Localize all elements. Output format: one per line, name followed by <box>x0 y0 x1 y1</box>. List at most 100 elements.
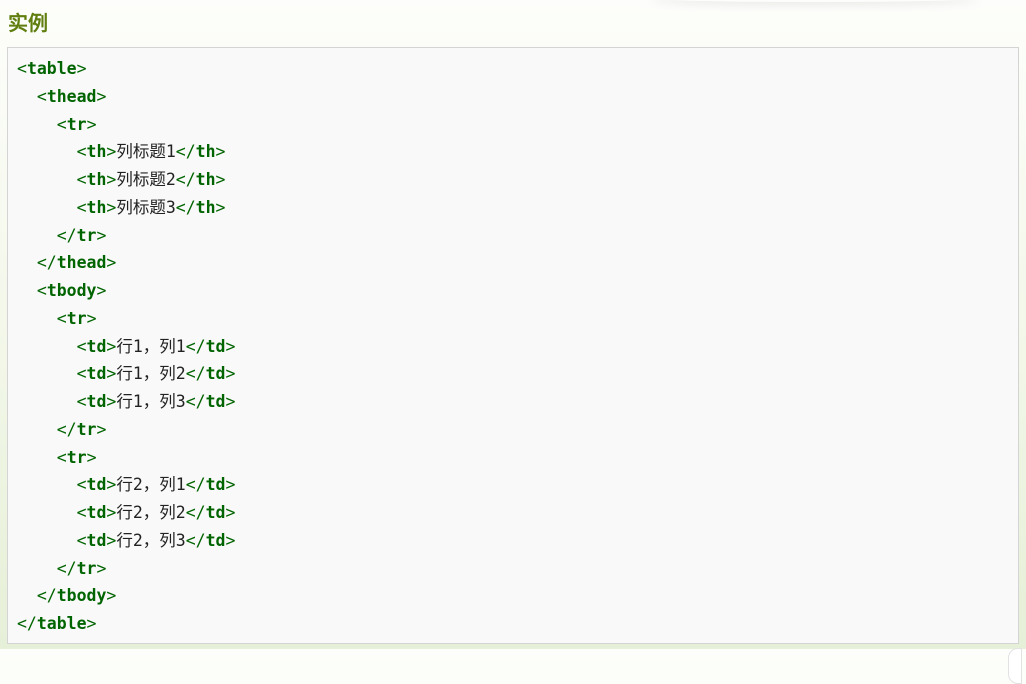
end-open-bracket: </ <box>17 614 37 633</box>
end-open-bracket: </ <box>36 253 57 273</box>
close-bracket: > <box>106 336 117 356</box>
end-close-bracket: > <box>225 336 236 356</box>
close-bracket: > <box>106 170 117 189</box>
code-line: <th>列标题3</th> <box>17 194 235 222</box>
end-close-bracket: > <box>96 558 107 578</box>
close-bracket: > <box>86 447 97 467</box>
close-bracket: > <box>106 392 117 411</box>
code-line: <tbody> <box>17 277 235 305</box>
end-open-bracket: </ <box>175 170 196 189</box>
close-bracket: > <box>106 475 117 495</box>
close-bracket: > <box>86 114 97 134</box>
close-tag-name: thead <box>56 253 107 273</box>
end-open-bracket: </ <box>56 419 77 439</box>
open-bracket: < <box>76 530 87 550</box>
open-tag-name: td <box>86 336 107 356</box>
code-line: <table> <box>17 55 235 83</box>
close-bracket: > <box>106 503 117 522</box>
code-line: <tr> <box>17 111 235 139</box>
open-bracket: < <box>76 475 87 495</box>
open-bracket: < <box>56 114 67 134</box>
open-tag-name: td <box>86 364 107 384</box>
scroll-handle[interactable] <box>1008 648 1022 684</box>
close-tag-name: tr <box>76 558 97 578</box>
end-close-bracket: > <box>106 253 117 273</box>
end-close-bracket: > <box>215 170 226 189</box>
close-tag-name: td <box>205 392 226 411</box>
close-tag-name: th <box>195 170 216 189</box>
end-close-bracket: > <box>96 225 107 245</box>
open-tag-name: td <box>86 503 107 522</box>
end-open-bracket: </ <box>185 503 206 522</box>
cell-text: 列标题2 <box>116 170 176 189</box>
open-bracket: < <box>56 308 67 328</box>
end-close-bracket: > <box>215 142 226 162</box>
open-bracket: < <box>76 197 87 217</box>
end-close-bracket: > <box>225 503 236 522</box>
open-tag-name: td <box>86 475 107 495</box>
end-open-bracket: </ <box>185 364 206 384</box>
open-bracket: < <box>76 142 87 162</box>
close-tag-name: td <box>205 364 226 384</box>
end-open-bracket: </ <box>185 392 206 411</box>
section-title: 实例 <box>8 11 48 35</box>
close-tag-name: td <box>205 503 226 522</box>
open-tag-name: tr <box>66 308 87 328</box>
open-bracket: < <box>56 447 67 467</box>
code-line: <th>列标题2</th> <box>17 166 235 194</box>
open-bracket: < <box>76 503 87 522</box>
code-line: </tbody> <box>17 582 235 610</box>
open-bracket: < <box>76 170 87 189</box>
code-line: <td>行1，列3</td> <box>17 388 236 416</box>
code-line: </thead> <box>17 249 235 277</box>
open-tag-name: thead <box>46 86 97 106</box>
close-bracket: > <box>106 364 117 384</box>
cell-text: 列标题3 <box>116 197 176 217</box>
cell-text: 行2，列1 <box>116 475 186 495</box>
end-close-bracket: > <box>86 614 97 633</box>
end-open-bracket: </ <box>36 586 57 606</box>
end-open-bracket: </ <box>56 558 77 578</box>
end-close-bracket: > <box>225 530 236 550</box>
code-line: <tr> <box>17 305 235 333</box>
end-open-bracket: </ <box>175 142 196 162</box>
open-tag-name: th <box>86 170 107 189</box>
code-line: </table> <box>17 610 235 638</box>
code-line: </tr> <box>17 555 235 583</box>
code-line: </tr> <box>17 222 235 250</box>
close-tag-name: tr <box>76 419 97 439</box>
close-tag-name: tbody <box>56 586 107 606</box>
close-bracket: > <box>86 308 97 328</box>
close-bracket: > <box>106 197 117 217</box>
open-tag-name: table <box>26 59 77 78</box>
code-line: <td>行1，列1</td> <box>17 333 236 361</box>
code-example-box: <table> <thead> <tr> <th>列标题1</th> <th>列… <box>7 47 1022 684</box>
code-line: <td>行2，列2</td> <box>17 499 236 527</box>
cell-text: 行1，列3 <box>116 392 186 411</box>
cell-text: 行2，列2 <box>116 503 186 522</box>
end-close-bracket: > <box>96 419 107 439</box>
open-tag-name: tr <box>66 114 87 134</box>
open-bracket: < <box>36 281 47 300</box>
close-tag-name: th <box>195 197 216 217</box>
code-line: <td>行2，列3</td> <box>17 527 236 555</box>
cell-text: 行1，列1 <box>116 336 186 356</box>
open-tag-name: tbody <box>46 281 97 300</box>
end-open-bracket: </ <box>185 336 206 356</box>
close-bracket: > <box>96 86 107 106</box>
end-open-bracket: </ <box>56 225 77 245</box>
